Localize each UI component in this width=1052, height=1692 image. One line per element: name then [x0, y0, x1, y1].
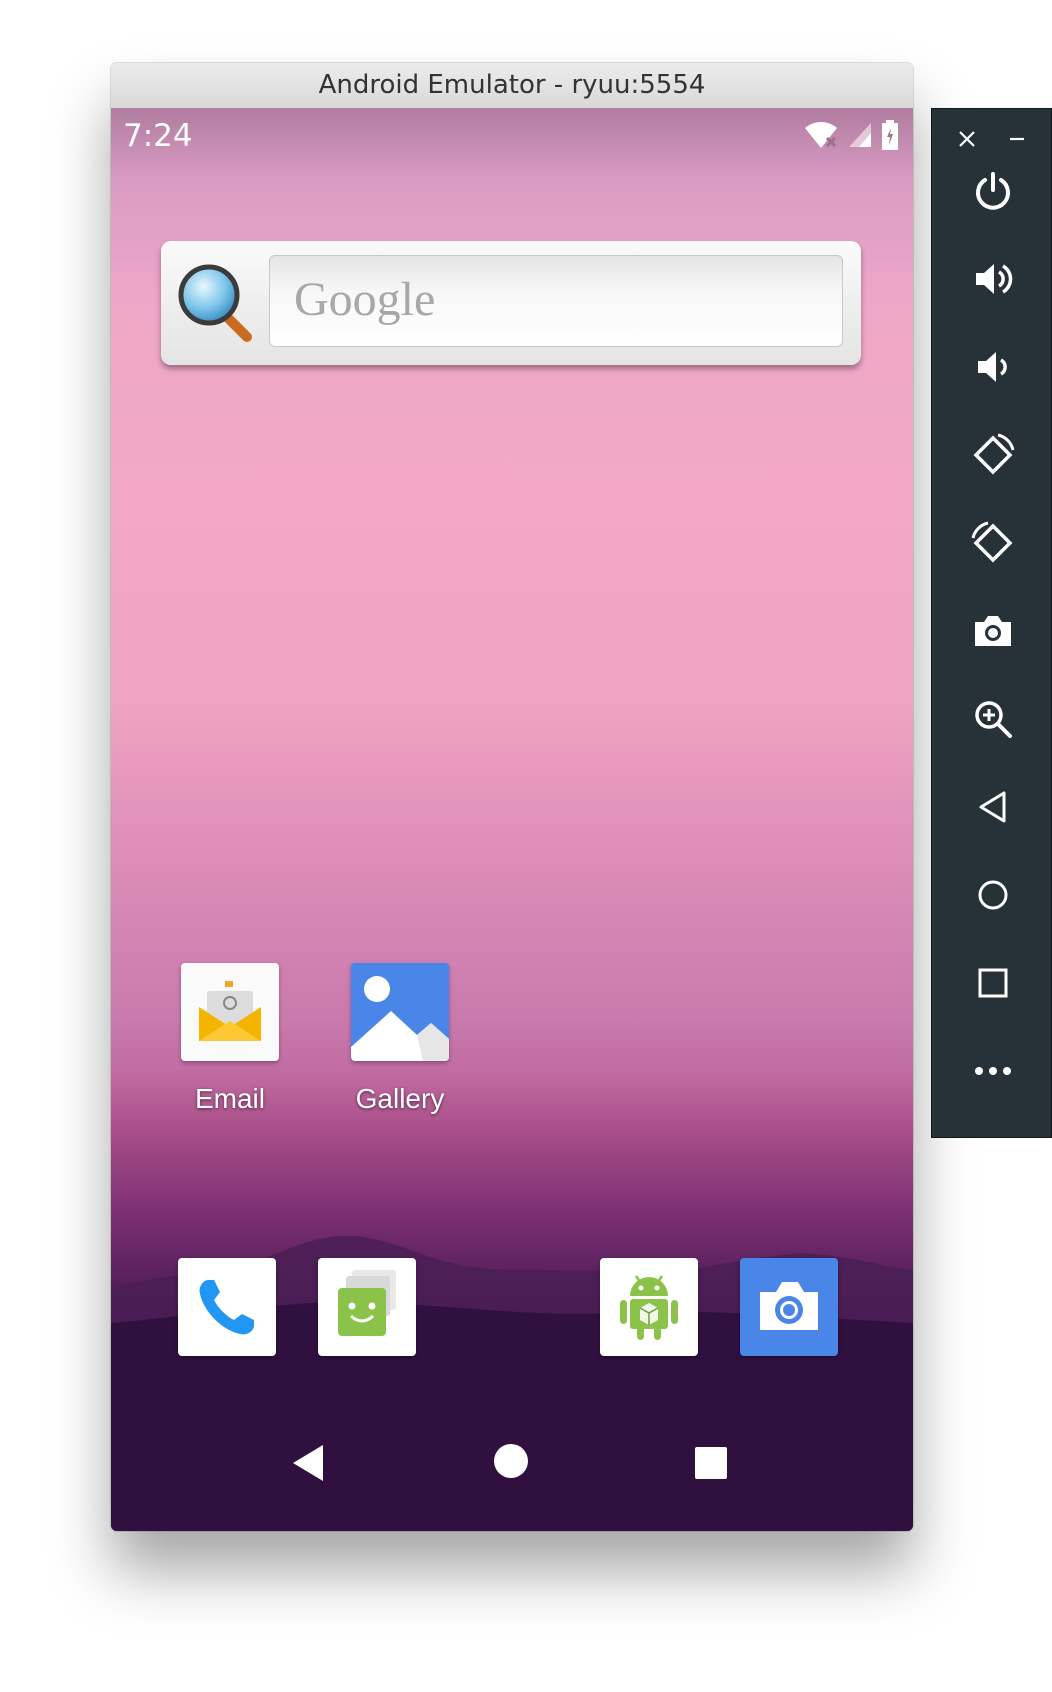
home-icon[interactable] — [493, 1443, 529, 1479]
email-icon — [199, 981, 261, 1041]
emulator-window: Android Emulator - ryuu:5554 7:24 Google… — [111, 63, 913, 1531]
status-time: 7:24 — [123, 118, 193, 154]
back-button[interactable] — [932, 777, 1052, 837]
android-app-icon — [620, 1275, 678, 1340]
close-icon[interactable] — [957, 129, 977, 149]
email-app-icon[interactable] — [181, 963, 279, 1061]
camera-icon — [760, 1282, 818, 1330]
recents-icon[interactable] — [694, 1446, 728, 1480]
power-icon — [975, 172, 1010, 210]
google-search-widget[interactable]: Google — [161, 241, 861, 365]
magnifier-icon — [178, 264, 252, 342]
back-icon[interactable] — [289, 1443, 329, 1483]
signal-icon — [849, 123, 871, 147]
zoom-icon — [974, 701, 1012, 738]
minimize-icon[interactable] — [1007, 129, 1027, 149]
back-icon — [979, 791, 1005, 823]
rotate-left-button[interactable] — [932, 425, 1052, 485]
phone-icon — [199, 1280, 254, 1335]
camera-app-icon[interactable] — [740, 1258, 838, 1356]
screenshot-button[interactable] — [932, 601, 1052, 661]
phone-app-icon[interactable] — [178, 1258, 276, 1356]
rotate-right-button[interactable] — [932, 513, 1052, 573]
navigation-bar — [111, 1401, 913, 1531]
volume-down-button[interactable] — [932, 337, 1052, 397]
more-button[interactable] — [932, 1041, 1052, 1101]
zoom-button[interactable] — [932, 689, 1052, 749]
email-app-label: Email — [194, 1083, 265, 1114]
wifi-icon — [805, 122, 837, 148]
emulator-control-panel — [931, 108, 1052, 1138]
messages-icon — [338, 1270, 396, 1336]
volume-up-button[interactable] — [932, 249, 1052, 309]
rotate-right-icon — [971, 521, 1012, 563]
home-button[interactable] — [932, 865, 1052, 925]
status-bar: 7:24 — [111, 108, 913, 170]
power-button[interactable] — [932, 161, 1052, 221]
volume-down-icon — [977, 352, 1007, 382]
gallery-app-label: Gallery — [355, 1083, 445, 1114]
search-input[interactable]: Google — [269, 255, 843, 347]
device-screen[interactable]: 7:24 Google Email Gallery — [111, 108, 913, 1531]
messages-app-icon[interactable] — [318, 1258, 416, 1356]
android-app-icon-tile[interactable] — [600, 1258, 698, 1356]
overview-button[interactable] — [932, 953, 1052, 1013]
gallery-icon — [351, 963, 449, 1061]
more-icon — [974, 1067, 1011, 1075]
gallery-app-icon[interactable] — [351, 963, 449, 1061]
rotate-left-icon — [973, 433, 1014, 475]
window-title[interactable]: Android Emulator - ryuu:5554 — [111, 63, 913, 109]
screenshot-icon — [974, 616, 1011, 646]
overview-icon — [978, 968, 1007, 998]
volume-up-icon — [975, 264, 1012, 294]
home-icon — [978, 880, 1007, 910]
battery-icon — [882, 120, 898, 150]
